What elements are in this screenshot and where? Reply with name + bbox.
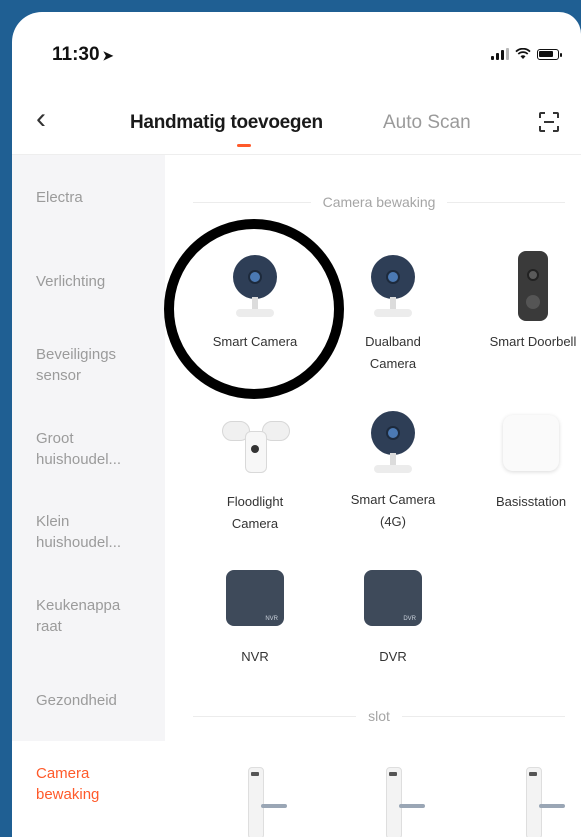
section-title: slot — [368, 708, 390, 724]
nvr-icon: NVR — [220, 566, 290, 642]
device-smart-doorbell[interactable]: Smart Doorbell — [463, 251, 581, 353]
device-dualband-camera[interactable]: Dualband Camera — [323, 251, 463, 375]
phone-screen: 11:30 ➤ ‹ Handmatig toevoegen Auto Scan E… — [12, 12, 581, 837]
device-label: Smart Doorbell — [489, 334, 577, 349]
device-label: Smart Camera (4G) — [350, 492, 436, 529]
status-icons — [491, 48, 562, 60]
camera-icon — [358, 407, 428, 483]
cellular-signal-icon — [491, 48, 509, 60]
active-tab-indicator — [237, 144, 251, 147]
base-station-icon — [496, 411, 566, 487]
sidebar-item-camera-bewaking[interactable]: Camera bewaking — [12, 741, 165, 837]
sidebar-item-beveiligings-sensor[interactable]: Beveiligings sensor — [12, 344, 142, 386]
device-content: Camera bewaking Smart Camera Dualband Ca… — [165, 155, 581, 837]
device-door-lock[interactable] — [185, 761, 325, 837]
device-dvr[interactable]: DVR DVR — [323, 566, 463, 668]
category-sidebar: Electra Verlichting Beveiligings sensor … — [12, 155, 165, 837]
device-floodlight-camera[interactable]: Floodlight Camera — [185, 411, 325, 535]
device-label: Dualband Camera — [365, 334, 421, 371]
door-lock-icon — [220, 761, 290, 837]
door-lock-icon — [358, 761, 428, 837]
device-smart-camera-4g[interactable]: Smart Camera (4G) — [323, 407, 463, 533]
doorbell-icon — [498, 251, 568, 327]
nav-bar: ‹ Handmatig toevoegen Auto Scan — [12, 94, 581, 155]
tab-auto-scan[interactable]: Auto Scan — [383, 112, 471, 134]
device-label: NVR — [241, 649, 269, 664]
door-lock-icon — [498, 761, 568, 837]
back-button[interactable]: ‹ — [36, 104, 46, 134]
device-nvr[interactable]: NVR NVR — [185, 566, 325, 668]
sidebar-item-klein-huishoudelijk[interactable]: Klein huishoudel... — [12, 511, 158, 553]
location-arrow-icon: ➤ — [102, 48, 114, 63]
device-door-lock[interactable] — [463, 761, 581, 837]
sidebar-item-verlichting[interactable]: Verlichting — [12, 271, 165, 292]
sidebar-item-gezondheid[interactable]: Gezondheid — [12, 690, 165, 711]
device-label: Smart Camera — [212, 334, 298, 349]
device-label: Floodlight Camera — [226, 494, 284, 531]
scan-icon[interactable] — [539, 112, 559, 132]
tab-manual-add[interactable]: Handmatig toevoegen — [130, 112, 323, 134]
sidebar-item-electra[interactable]: Electra — [12, 187, 165, 208]
sidebar-item-groot-huishoudelijk[interactable]: Groot huishoudel... — [12, 428, 158, 470]
camera-icon — [358, 251, 428, 327]
device-smart-camera[interactable]: Smart Camera — [185, 251, 325, 353]
device-door-lock[interactable] — [323, 761, 463, 837]
status-bar: 11:30 ➤ — [12, 12, 581, 92]
device-label: Basisstation — [495, 494, 567, 509]
battery-icon — [537, 48, 562, 60]
section-title: Camera bewaking — [322, 194, 436, 210]
sidebar-item-keukenapparaat[interactable]: Keukenappa raat — [12, 595, 142, 637]
section-header-slot: slot — [193, 706, 566, 726]
wifi-icon — [515, 48, 531, 59]
dvr-icon: DVR — [358, 566, 428, 642]
section-header-camera: Camera bewaking — [193, 192, 565, 212]
status-time: 11:30 ➤ — [52, 44, 114, 65]
device-basisstation[interactable]: Basisstation — [461, 411, 581, 513]
floodlight-icon — [220, 411, 290, 487]
device-label: DVR — [379, 649, 407, 664]
camera-icon — [220, 251, 290, 327]
